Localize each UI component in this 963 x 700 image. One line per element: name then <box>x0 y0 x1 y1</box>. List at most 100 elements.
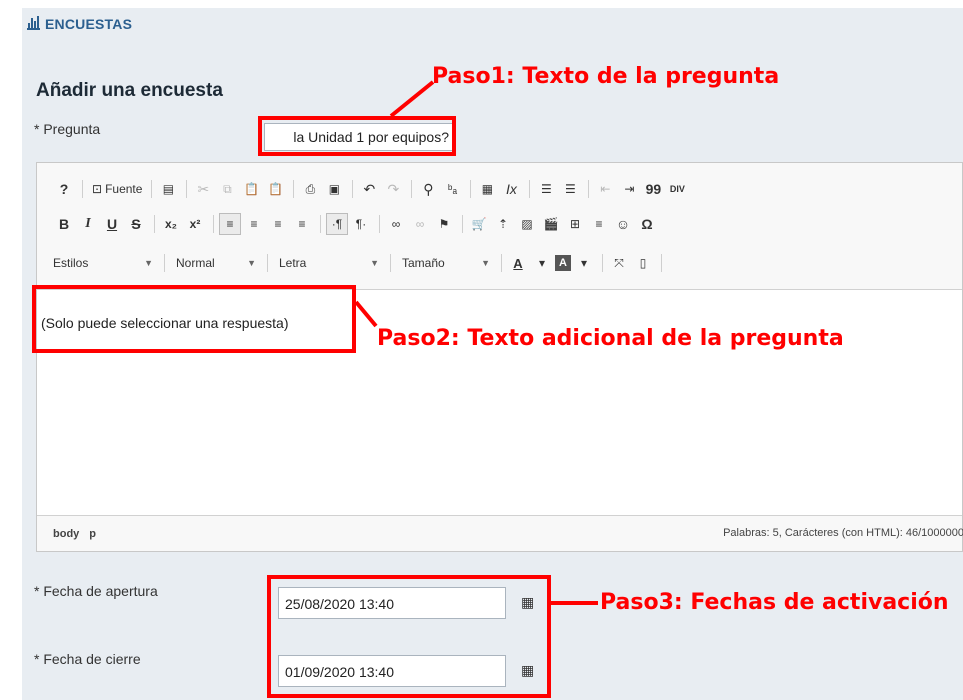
find-icon[interactable]: ⚲ <box>417 178 439 200</box>
cart-icon[interactable]: 🛒 <box>468 213 490 235</box>
align-right-icon[interactable]: ≡ <box>267 213 289 235</box>
show-blocks-icon[interactable]: ▯ <box>632 252 654 274</box>
toolbar-separator <box>529 180 531 198</box>
path-item-p[interactable]: p <box>89 528 96 540</box>
maximize-icon[interactable]: ⤧ <box>608 252 630 274</box>
help-button[interactable]: ? <box>53 178 75 200</box>
annotation-box-step3 <box>267 575 551 698</box>
font-label: Letra <box>279 256 307 270</box>
rtl-icon[interactable]: ¶· <box>350 213 372 235</box>
unlink-icon[interactable]: ∞ <box>409 213 431 235</box>
toolbar-separator <box>151 180 153 198</box>
open-date-label: * Fecha de apertura <box>34 583 158 599</box>
toolbar-separator <box>82 180 83 198</box>
redo-icon[interactable]: ↷ <box>382 178 404 200</box>
replace-icon[interactable]: ᵇₐ <box>441 178 463 200</box>
ltr-icon[interactable]: ·¶ <box>326 213 348 235</box>
indent-icon[interactable]: ⇥ <box>618 178 640 200</box>
paste-icon[interactable]: 📋 <box>240 178 262 200</box>
image-icon[interactable]: ▨ <box>516 213 538 235</box>
editor-toolbar: ? ⊡ Fuente ▤ ✂ ⧉ 📋 📋 ⎙ ▣ ↶ ↷ ⚲ ᵇₐ ▦ Ix ☰… <box>37 163 962 290</box>
toolbar-separator <box>379 215 380 233</box>
table-icon[interactable]: ⊞ <box>564 213 586 235</box>
bar-chart-icon <box>27 16 40 30</box>
toolbar-separator <box>661 254 662 272</box>
chevron-down-icon[interactable]: ▾ <box>531 252 553 274</box>
word-count: Palabras: 5, Carácteres (con HTML): 46/1… <box>723 527 963 539</box>
new-page-icon[interactable]: ▤ <box>157 178 179 200</box>
annotation-step3: Paso3: Fechas de activación <box>600 590 949 615</box>
toolbar-separator <box>462 215 463 233</box>
annotation-box-step1 <box>258 116 456 156</box>
video-icon[interactable]: 🎬 <box>540 213 562 235</box>
select-all-icon[interactable]: ▦ <box>476 178 498 200</box>
link-icon[interactable]: ∞ <box>385 213 407 235</box>
upload-icon[interactable]: ⇡ <box>492 213 514 235</box>
chevron-down-icon: ▼ <box>144 258 153 268</box>
div-icon[interactable]: DIV <box>666 178 688 200</box>
format-dropdown[interactable]: Normal ▼ <box>170 252 262 274</box>
toolbar-separator <box>411 180 413 198</box>
print-icon[interactable]: ⎙ <box>299 178 321 200</box>
toolbar-separator <box>470 180 472 198</box>
size-dropdown[interactable]: Tamaño ▼ <box>396 252 496 274</box>
paste-text-icon[interactable]: 📋 <box>264 178 286 200</box>
bulleted-list-icon[interactable]: ☰ <box>559 178 581 200</box>
superscript-button[interactable]: x² <box>184 213 206 235</box>
rich-text-editor: ? ⊡ Fuente ▤ ✂ ⧉ 📋 📋 ⎙ ▣ ↶ ↷ ⚲ ᵇₐ ▦ Ix ☰… <box>36 162 963 552</box>
toolbar-row-1: ? ⊡ Fuente ▤ ✂ ⧉ 📋 📋 ⎙ ▣ ↶ ↷ ⚲ ᵇₐ ▦ Ix ☰… <box>53 178 690 200</box>
underline-button[interactable]: U <box>101 213 123 235</box>
toolbar-separator <box>602 254 603 272</box>
toolbar-separator <box>320 215 321 233</box>
align-left-icon[interactable]: ≡ <box>219 213 241 235</box>
align-center-icon[interactable]: ≡ <box>243 213 265 235</box>
size-label: Tamaño <box>402 256 445 270</box>
chevron-down-icon: ▼ <box>481 258 490 268</box>
cut-icon[interactable]: ✂ <box>192 178 214 200</box>
annotation-arrow-step1 <box>389 80 435 118</box>
undo-icon[interactable]: ↶ <box>358 178 380 200</box>
format-label: Normal <box>176 256 215 270</box>
chevron-down-icon: ▼ <box>370 258 379 268</box>
remove-format-icon[interactable]: Ix <box>500 178 522 200</box>
horizontal-line-icon[interactable]: ≡ <box>588 213 610 235</box>
font-dropdown[interactable]: Letra ▼ <box>273 252 385 274</box>
toolbar-separator <box>186 180 188 198</box>
toolbar-separator <box>293 180 295 198</box>
styles-dropdown[interactable]: Estilos ▼ <box>47 252 159 274</box>
toolbar-separator <box>164 254 165 272</box>
styles-label: Estilos <box>53 256 89 270</box>
align-justify-icon[interactable]: ≡ <box>291 213 313 235</box>
toolbar-separator <box>267 254 268 272</box>
bold-button[interactable]: B <box>53 213 75 235</box>
italic-button[interactable]: I <box>77 213 99 235</box>
outdent-icon[interactable]: ⇤ <box>594 178 616 200</box>
blockquote-icon[interactable]: 99 <box>642 178 664 200</box>
numbered-list-icon[interactable]: ☰ <box>535 178 557 200</box>
subscript-button[interactable]: x₂ <box>160 213 182 235</box>
toolbar-row-3: Estilos ▼ Normal ▼ Letra ▼ Tamaño ▼ A ▾ … <box>47 252 667 274</box>
source-label: Fuente <box>105 182 143 196</box>
templates-icon[interactable]: ▣ <box>323 178 345 200</box>
element-path: body p <box>53 528 96 540</box>
text-color-button[interactable]: A <box>507 252 529 274</box>
editor-status-bar: body p Palabras: 5, Carácteres (con HTML… <box>37 515 963 551</box>
smiley-icon[interactable]: ☺ <box>612 213 634 235</box>
toolbar-separator <box>501 254 502 272</box>
copy-icon[interactable]: ⧉ <box>216 178 238 200</box>
toolbar-separator <box>588 180 590 198</box>
chevron-down-icon[interactable]: ▾ <box>573 252 595 274</box>
annotation-step1: Paso1: Texto de la pregunta <box>432 64 780 89</box>
annotation-step2: Paso2: Texto adicional de la pregunta <box>377 326 844 351</box>
close-date-label: * Fecha de cierre <box>34 651 141 667</box>
anchor-flag-icon[interactable]: ⚑ <box>433 213 455 235</box>
annotation-box-step2 <box>32 285 356 353</box>
strike-button[interactable]: S <box>125 213 147 235</box>
toolbar-separator <box>390 254 391 272</box>
path-item-body[interactable]: body <box>53 528 79 540</box>
source-button[interactable]: ⊡ Fuente <box>88 178 146 200</box>
toolbar-separator <box>213 215 214 233</box>
special-char-button[interactable]: Ω <box>636 213 658 235</box>
section-title: ENCUESTAS <box>45 16 133 32</box>
bg-color-button[interactable]: A <box>555 255 571 271</box>
